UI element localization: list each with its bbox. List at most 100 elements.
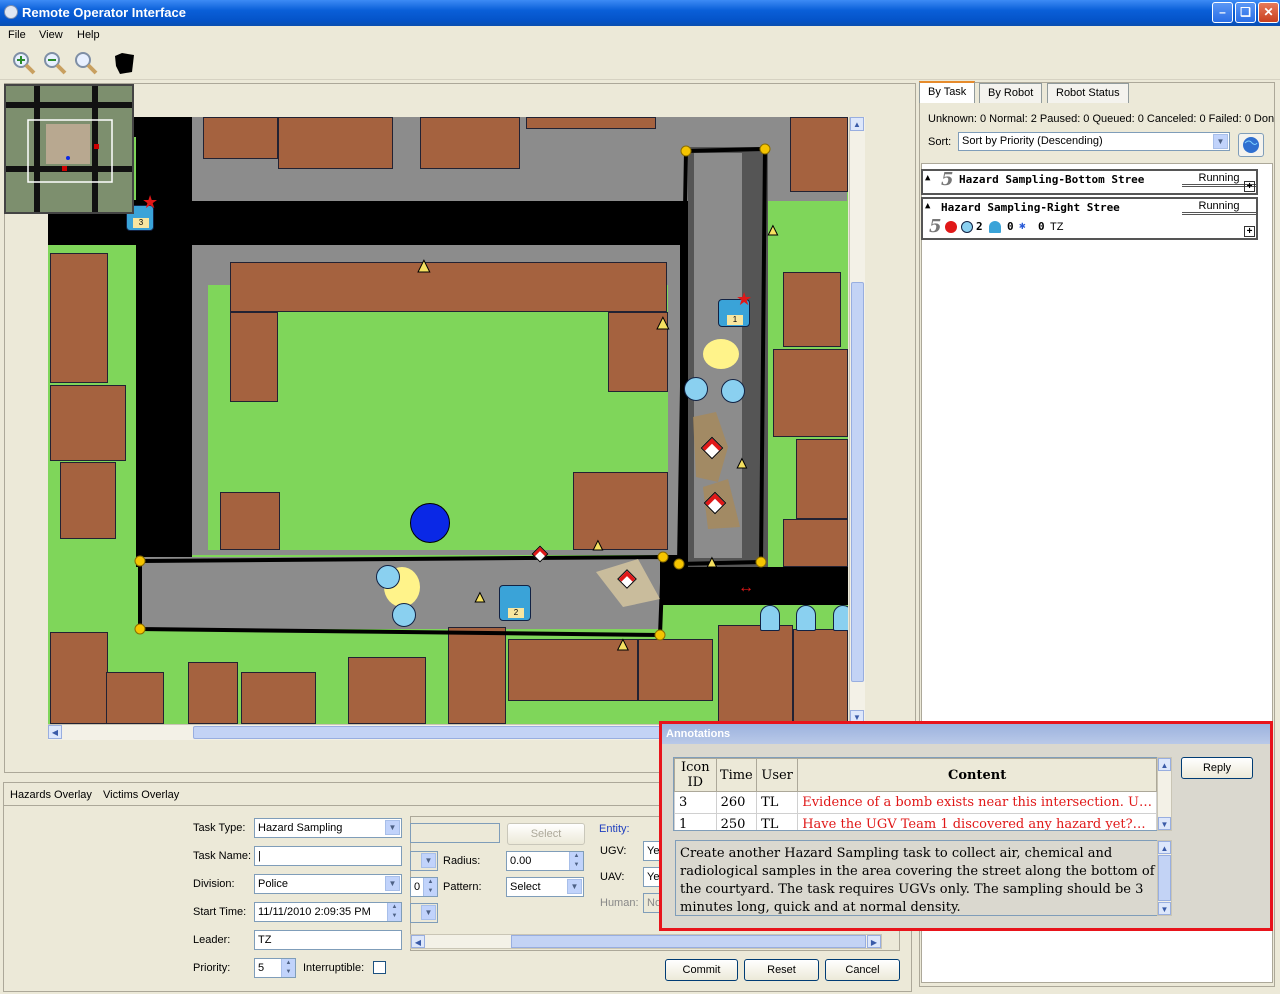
zoom-out-icon[interactable] (42, 50, 68, 76)
chevron-down-icon: ▼ (421, 905, 436, 920)
spinner-icon[interactable]: ▲ ▼ (281, 959, 295, 977)
start-time-input[interactable]: 11/11/2010 2:09:35 PM ▲ ▼ (254, 902, 402, 922)
plus-icon[interactable]: + (1244, 181, 1255, 192)
division-select[interactable]: Police ▼ (254, 874, 402, 894)
scroll-right-icon[interactable]: ▶ (867, 935, 881, 948)
warning-icon[interactable]: ▲ (472, 589, 489, 607)
victim-count-icon (989, 221, 1001, 233)
expand-up-icon[interactable]: ▲ (925, 201, 930, 211)
region-select-icon[interactable] (112, 50, 138, 76)
sort-select[interactable]: Sort by Priority (Descending) ▼ (958, 132, 1230, 151)
radius-input[interactable]: 0.00 ▲ ▼ (506, 851, 584, 871)
map-vertical-scrollbar[interactable]: ▲ ▼ (849, 117, 865, 724)
tab-by-task[interactable]: By Task (919, 81, 976, 103)
warning-icon[interactable]: ▲ (414, 255, 435, 278)
scroll-thumb[interactable] (1158, 855, 1171, 901)
leader-input[interactable]: TZ (254, 930, 402, 950)
count-value: 0 (1038, 220, 1045, 233)
cell-icon-id: 3 (674, 791, 717, 814)
robot-label: 2 (508, 608, 524, 618)
maximize-button[interactable]: ❏ (1235, 2, 1256, 23)
scroll-up-icon[interactable]: ▲ (1158, 758, 1171, 771)
column-header-time[interactable]: Time (715, 758, 758, 792)
victim-icon[interactable] (833, 605, 848, 631)
annotations-table-scrollbar[interactable]: ▲ ▼ (1157, 757, 1172, 831)
tab-hazards-overlay[interactable]: Hazards Overlay (10, 789, 92, 801)
warning-icon[interactable]: ▲ (765, 222, 782, 240)
task-name-label: Task Name: (193, 850, 252, 862)
scroll-down-icon[interactable]: ▼ (1158, 902, 1171, 915)
sensor-icon[interactable] (376, 565, 400, 589)
commit-button[interactable]: Commit (665, 959, 738, 981)
spinner-icon[interactable]: ▲ ▼ (387, 903, 401, 921)
sensor-icon[interactable] (721, 379, 745, 403)
minimize-button[interactable]: – (1212, 2, 1233, 23)
warning-icon[interactable]: ▲ (734, 455, 751, 473)
partial-value: 0 (414, 881, 421, 893)
interruptible-checkbox[interactable] (373, 961, 386, 974)
close-button[interactable]: ✕ (1258, 2, 1279, 23)
tab-victims-overlay[interactable]: Victims Overlay (103, 789, 179, 801)
form-horizontal-scrollbar[interactable]: ◀ ▶ (410, 934, 882, 949)
menu-help[interactable]: Help (77, 29, 100, 41)
hidden-select[interactable]: ▼ (410, 851, 438, 871)
scroll-thumb[interactable] (851, 282, 864, 682)
scroll-left-icon[interactable]: ◀ (411, 935, 425, 948)
annotations-title: Annotations (662, 724, 1270, 744)
column-header-icon-id[interactable]: Icon ID (674, 758, 717, 792)
victim-icon[interactable] (796, 605, 816, 631)
expand-up-icon[interactable]: ▲ (925, 173, 930, 183)
reset-button[interactable]: Reset (744, 959, 819, 981)
message-scrollbar[interactable]: ▲ ▼ (1157, 840, 1172, 916)
robot-icon[interactable]: 2 (499, 585, 531, 621)
column-header-user[interactable]: User (756, 758, 799, 792)
reply-button[interactable]: Reply (1181, 757, 1253, 779)
select-region-button[interactable]: Select (507, 823, 585, 845)
warning-icon[interactable]: ▲ (704, 554, 721, 572)
partial-spinner[interactable]: 0 ▲ ▼ (410, 877, 438, 897)
menu-file[interactable]: File (8, 29, 26, 41)
tab-robot-status[interactable]: Robot Status (1047, 83, 1129, 103)
cancel-button[interactable]: Cancel (825, 959, 900, 981)
pattern-select[interactable]: Select ▼ (506, 877, 584, 897)
scroll-down-icon[interactable]: ▼ (1158, 817, 1171, 830)
scroll-up-icon[interactable]: ▲ (850, 117, 864, 131)
task-region-overlay (134, 143, 771, 641)
zoom-in-icon[interactable] (11, 50, 37, 76)
task-card[interactable]: ▲ Hazard Sampling-Right Stree Running 5 … (921, 197, 1258, 240)
globe-button[interactable] (1238, 133, 1264, 157)
task-name-input[interactable]: | (254, 846, 402, 866)
spinner-icon[interactable]: ▲ ▼ (423, 878, 437, 896)
warning-icon[interactable]: ▲ (590, 537, 607, 555)
target-marker[interactable] (410, 503, 450, 543)
column-header-content[interactable]: Content (797, 758, 1157, 792)
table-row[interactable]: 1 250 TL Have the UGV Team 1 discovered … (674, 813, 1157, 830)
uav-value: Ye (647, 871, 660, 883)
table-row[interactable]: 3 260 TL Evidence of a bomb exists near … (674, 791, 1157, 814)
minimap[interactable] (4, 84, 134, 214)
sort-value: Sort by Priority (Descending) (962, 135, 1103, 147)
victim-icon[interactable] (760, 605, 780, 631)
warning-icon[interactable]: ▲ (653, 312, 674, 335)
tab-by-robot[interactable]: By Robot (979, 83, 1043, 103)
task-type-select[interactable]: Hazard Sampling ▼ (254, 818, 402, 838)
zoom-fit-icon[interactable] (73, 50, 99, 76)
annotation-message: Create another Hazard Sampling task to c… (675, 840, 1161, 916)
sensor-icon[interactable] (684, 377, 708, 401)
task-card[interactable]: ▲ 5 Hazard Sampling-Bottom Stree Running… (921, 169, 1258, 195)
resize-arrow-icon[interactable]: ↔ (738, 579, 754, 597)
sensor-icon[interactable] (392, 603, 416, 627)
priority-input[interactable]: 5 ▲ ▼ (254, 958, 296, 978)
annotations-table[interactable]: Icon ID Time User Content 3 260 TL Evide… (673, 757, 1159, 831)
ugv-label: UGV: (600, 845, 627, 857)
task-status-summary: Unknown: 0 Normal: 2 Paused: 0 Queued: 0… (928, 113, 1275, 125)
scroll-up-icon[interactable]: ▲ (1158, 841, 1171, 854)
map-canvas[interactable]: 3 ★ 1 ★ 2 ▲ ▲ ▲ ▲ ▲ ▲ ▲ ▲ ↔ (48, 117, 848, 724)
spinner-icon[interactable]: ▲ ▼ (569, 852, 583, 870)
plus-icon[interactable]: + (1244, 226, 1255, 237)
menu-view[interactable]: View (39, 29, 63, 41)
warning-icon[interactable]: ▲ (614, 634, 633, 655)
scroll-thumb[interactable] (511, 935, 866, 948)
hidden-select-2[interactable]: ▼ (410, 903, 438, 923)
scroll-left-icon[interactable]: ◀ (48, 725, 62, 739)
